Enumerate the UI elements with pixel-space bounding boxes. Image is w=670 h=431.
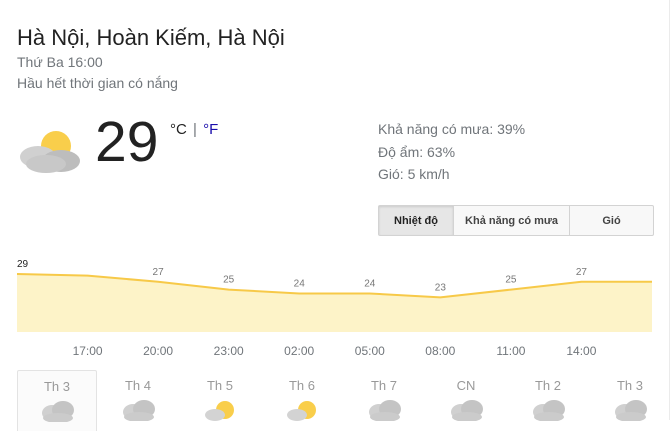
temperature-data-label: 25: [223, 275, 235, 286]
cloudy-icon: [42, 401, 74, 422]
day-forecast-item[interactable]: Th 4: [99, 370, 177, 430]
partly-cloudy-icon: [20, 131, 80, 173]
time-tick-label: 05:00: [354, 344, 385, 358]
tab-temperature[interactable]: Nhiệt độ: [379, 206, 453, 235]
unit-celsius: °C: [170, 121, 187, 138]
day-name: Th 3: [43, 379, 70, 394]
cloudy-icon: [533, 400, 565, 421]
time-tick-label: 23:00: [213, 344, 244, 358]
partly-cloudy-icon: [287, 401, 316, 421]
day-name: CN: [456, 378, 476, 393]
day-name: Th 5: [206, 378, 233, 393]
time-tick-label: 14:00: [566, 344, 597, 358]
temperature-data-label: 29: [17, 259, 29, 270]
temperature-chart: 29 27 25 24 24 23 25 27: [16, 259, 652, 332]
cloudy-icon: [615, 400, 647, 421]
day-name: Th 4: [124, 378, 151, 393]
cloudy-icon: [123, 400, 155, 421]
cloudy-icon: [369, 400, 401, 421]
temperature-data-label: 24: [364, 279, 376, 290]
time-tick-label: 20:00: [143, 344, 174, 358]
temperature-data-label: 25: [505, 275, 517, 286]
humidity: Độ ẩm: 63%: [378, 143, 456, 160]
temperature-data-label: 24: [294, 279, 306, 290]
day-name: Th 3: [616, 378, 643, 393]
chart-tabs: Nhiệt độ Khả năng có mưa Gió: [378, 205, 654, 236]
time-axis: 17:00 20:00 23:00 02:00 05:00 08:00 11:00 14:00: [0, 344, 670, 360]
temperature-data-label: 27: [153, 267, 165, 278]
tab-precipitation[interactable]: Khả năng có mưa: [453, 206, 569, 235]
unit-switcher: °C | °F: [170, 121, 218, 138]
temperature-data-label: 23: [435, 282, 447, 293]
forecast-time: Thứ Ba 16:00: [17, 54, 103, 70]
unit-separator: |: [193, 121, 197, 138]
time-tick-label: 17:00: [72, 344, 103, 358]
day-forecast-item[interactable]: CN: [427, 370, 505, 430]
daily-forecast: Th 3 Th 4 Th 5 Th 6 Th 7 CN Th 2 Th 3: [17, 370, 670, 431]
time-tick-label: 08:00: [425, 344, 456, 358]
cloudy-icon: [451, 400, 483, 421]
day-name: Th 7: [370, 378, 397, 393]
wind-speed: Gió: 5 km/h: [378, 166, 450, 182]
tab-wind[interactable]: Gió: [569, 206, 653, 235]
weather-condition: Hầu hết thời gian có nắng: [17, 75, 178, 91]
day-forecast-item[interactable]: Th 3: [591, 370, 669, 430]
day-forecast-item[interactable]: Th 5: [181, 370, 259, 430]
weather-details: Khả năng có mưa: 39% Độ ẩm: 63% Gió: 5 k…: [378, 118, 525, 186]
day-name: Th 2: [534, 378, 561, 393]
partly-cloudy-icon: [205, 401, 234, 421]
current-temperature: 29: [95, 110, 159, 174]
precipitation-chance: Khả năng có mưa: 39%: [378, 121, 526, 137]
unit-fahrenheit-link[interactable]: °F: [203, 121, 218, 138]
day-name: Th 6: [288, 378, 315, 393]
day-forecast-item[interactable]: Th 7: [345, 370, 423, 430]
temperature-data-label: 27: [576, 267, 588, 278]
location-title: Hà Nội, Hoàn Kiếm, Hà Nội: [17, 25, 285, 50]
time-tick-label: 11:00: [496, 344, 526, 358]
temperature-area: [17, 274, 652, 332]
day-forecast-item[interactable]: Th 2: [509, 370, 587, 430]
day-forecast-item[interactable]: Th 6: [263, 370, 341, 430]
time-tick-label: 02:00: [284, 344, 315, 358]
day-forecast-item[interactable]: Th 3: [17, 370, 97, 431]
